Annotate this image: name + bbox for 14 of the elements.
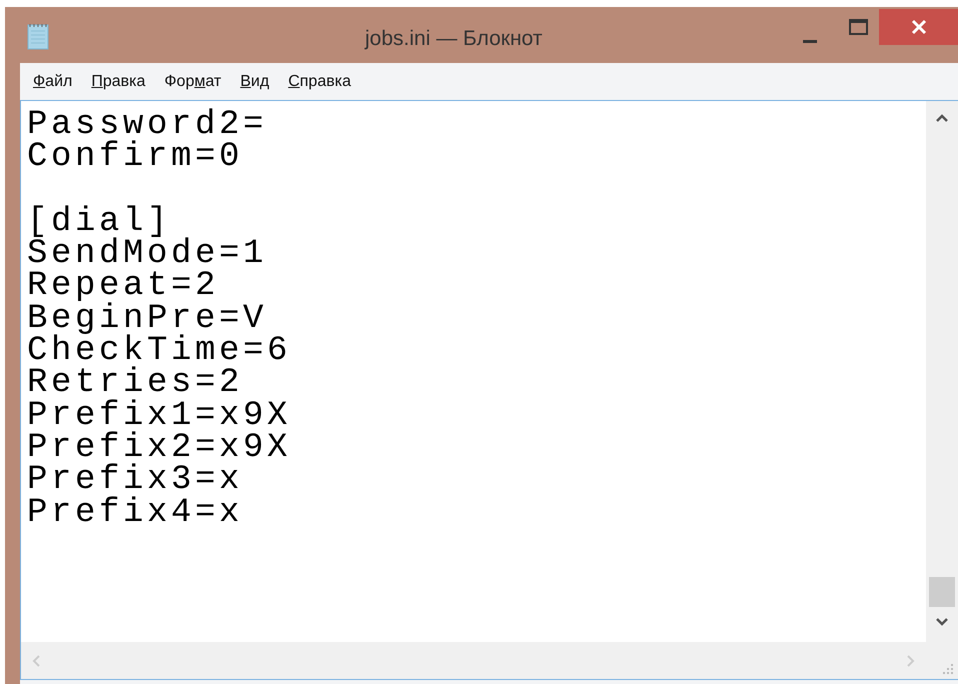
resize-grip-icon[interactable] [942, 663, 954, 675]
menu-item[interactable]: Правка [91, 70, 146, 94]
close-button[interactable] [879, 9, 958, 45]
menu-item[interactable]: Файл [33, 70, 72, 94]
window-title: jobs.ini — Блокнот [365, 26, 542, 52]
menu-item[interactable]: Формат [164, 70, 222, 94]
menu-item[interactable]: Вид [240, 70, 270, 94]
notepad-icon [25, 22, 51, 50]
vertical-scrollbar[interactable] [926, 101, 958, 642]
maximize-button[interactable] [848, 18, 870, 38]
close-icon [910, 19, 926, 35]
scrollbar-thumb[interactable] [929, 577, 955, 607]
horizontal-scrollbar[interactable] [21, 642, 926, 679]
menu-item[interactable]: Справка [288, 70, 351, 94]
